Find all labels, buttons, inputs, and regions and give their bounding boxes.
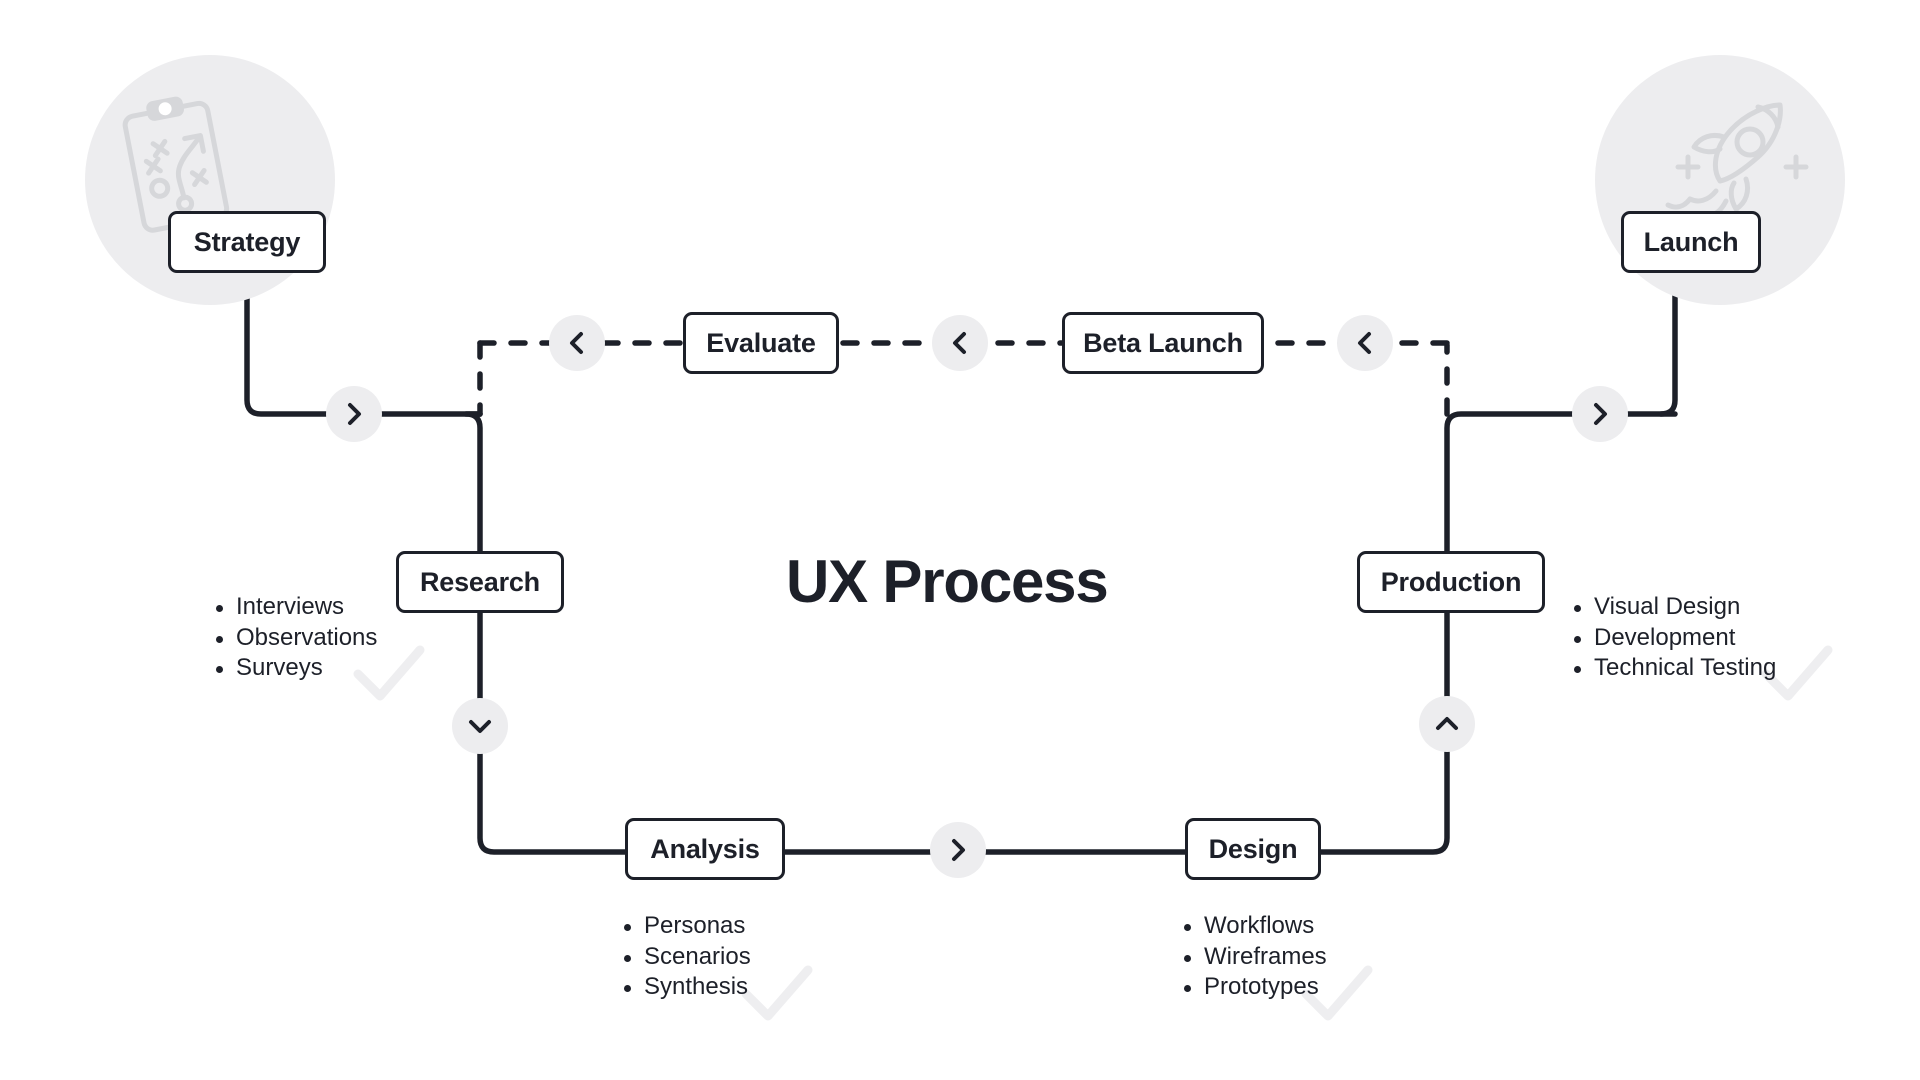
node-research-label: Research [420,566,540,597]
node-launch-label: Launch [1643,226,1739,257]
list-item: Surveys [212,653,377,684]
analysis-deliverables-list: Personas Scenarios Synthesis [620,911,751,1003]
design-deliverables-list: Workflows Wireframes Prototypes [1180,911,1327,1003]
chevron-up-icon [1436,717,1458,730]
node-launch[interactable]: Launch [1621,211,1761,273]
node-beta-launch[interactable]: Beta Launch [1062,312,1264,374]
connector-production-to-launch[interactable] [1572,386,1628,442]
list-item: Personas [620,911,751,942]
list-item: Interviews [212,592,377,623]
list-item: Synthesis [620,972,751,1003]
chevron-down-icon [469,720,491,733]
production-deliverables-list: Visual Design Development Technical Test… [1570,592,1776,684]
node-evaluate-label: Evaluate [706,327,816,358]
node-production[interactable]: Production [1357,551,1545,613]
node-analysis[interactable]: Analysis [625,818,785,880]
wire-into-research-column [463,411,483,554]
node-analysis-label: Analysis [650,833,760,864]
connector-design-to-production[interactable] [1419,696,1475,752]
checkmark-watermark-analysis [741,965,813,1021]
chevron-left-icon [570,332,583,354]
node-design-label: Design [1208,833,1298,864]
wire-production-to-launch [1444,411,1678,554]
connector-research-to-analysis[interactable] [452,698,508,754]
list-item: Prototypes [1180,972,1327,1003]
research-deliverables-list: Interviews Observations Surveys [212,592,377,684]
list-item: Technical Testing [1570,653,1776,684]
chevron-right-icon [952,839,965,861]
chevron-left-icon [1358,332,1371,354]
node-strategy[interactable]: Strategy [168,211,326,273]
node-strategy-label: Strategy [193,226,301,257]
list-item: Scenarios [620,942,751,973]
list-item: Development [1570,623,1776,654]
node-production-label: Production [1380,566,1522,597]
list-item: Workflows [1180,911,1327,942]
connector-beta-to-evaluate[interactable] [932,315,988,371]
connector-launch-to-beta[interactable] [1337,315,1393,371]
node-beta-launch-label: Beta Launch [1083,327,1243,358]
node-evaluate[interactable]: Evaluate [683,312,839,374]
list-item: Visual Design [1570,592,1776,623]
list-item: Wireframes [1180,942,1327,973]
chevron-right-icon [348,403,361,425]
node-research[interactable]: Research [396,551,564,613]
connector-evaluate-to-research[interactable] [549,315,605,371]
connector-analysis-to-design[interactable] [930,822,986,878]
wire-launch-riser [1658,282,1678,417]
ux-process-diagram: Strategy Launch Evaluate Beta Launch Res… [0,0,1920,1080]
list-item: Observations [212,623,377,654]
node-design[interactable]: Design [1185,818,1321,880]
connector-strategy-to-research[interactable] [326,386,382,442]
chevron-left-icon [953,332,966,354]
chevron-right-icon [1594,403,1607,425]
page-title: UX Process [786,548,1109,615]
